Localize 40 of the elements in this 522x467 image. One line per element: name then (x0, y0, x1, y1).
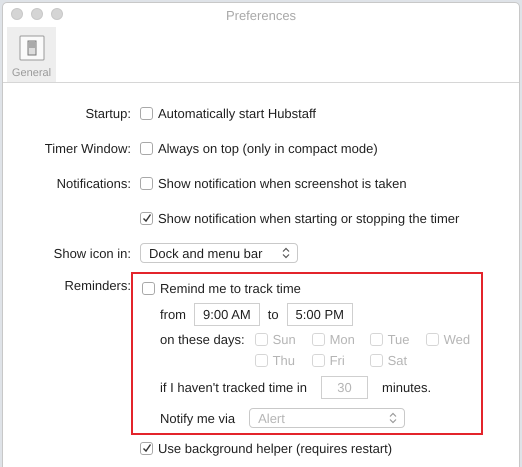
window-control-icon[interactable] (31, 8, 43, 20)
checkbox[interactable] (140, 106, 153, 120)
checkbox[interactable] (140, 442, 153, 454)
checkbox[interactable] (140, 176, 153, 190)
window-control-icon[interactable] (51, 8, 63, 20)
time-field[interactable]: 9:00 AM (194, 302, 260, 326)
setting-label: Reminders: (64, 278, 131, 293)
window-control-icon[interactable] (11, 8, 23, 20)
chevron-updown-icon (389, 412, 398, 424)
interval-label: if I haven't tracked time in (160, 380, 307, 394)
checkbox-label: Show notification when screenshot is taken (158, 176, 407, 190)
checkbox[interactable] (142, 282, 155, 294)
checkbox-label: Fri (330, 353, 345, 368)
notify-label: Notify me via (160, 410, 236, 426)
checkbox-label: Automatically start Hubstaff (158, 106, 316, 120)
setting-label: Notifications: (56, 176, 131, 190)
interval-unit: minutes. (382, 380, 432, 394)
checkbox-label: Always on top (only in compact mode) (158, 140, 378, 156)
dropdown[interactable]: Dock and menu bar (140, 243, 298, 263)
checkbox-label: Sat (388, 353, 408, 368)
checkbox[interactable] (140, 212, 153, 224)
time-field[interactable]: 5:00 PM (286, 302, 353, 326)
from-label: from (160, 306, 186, 322)
days-label: on these days: (160, 331, 245, 347)
switch-icon (18, 35, 44, 61)
setting-label: Show icon in: (54, 246, 131, 260)
chevron-updown-icon (282, 247, 290, 259)
checkbox-label: Thu (272, 353, 295, 368)
window-title: Preferences (226, 8, 296, 22)
checkbox-label: Use background helper (requires restart) (158, 440, 392, 456)
checkbox-label: Tue (388, 332, 410, 347)
checkbox-label: Show notification when starting or stopping the timer (158, 210, 460, 226)
checkbox-label: Remind me to track time (160, 280, 301, 296)
to-label: to (268, 306, 279, 322)
checkbox-label: Sun (272, 332, 296, 347)
checkbox-label: Wed (444, 332, 470, 347)
checkbox-label: Mon (330, 332, 355, 347)
setting-label: Startup: (85, 106, 131, 120)
setting-label: Timer Window: (44, 140, 131, 156)
checkbox[interactable] (140, 142, 153, 154)
